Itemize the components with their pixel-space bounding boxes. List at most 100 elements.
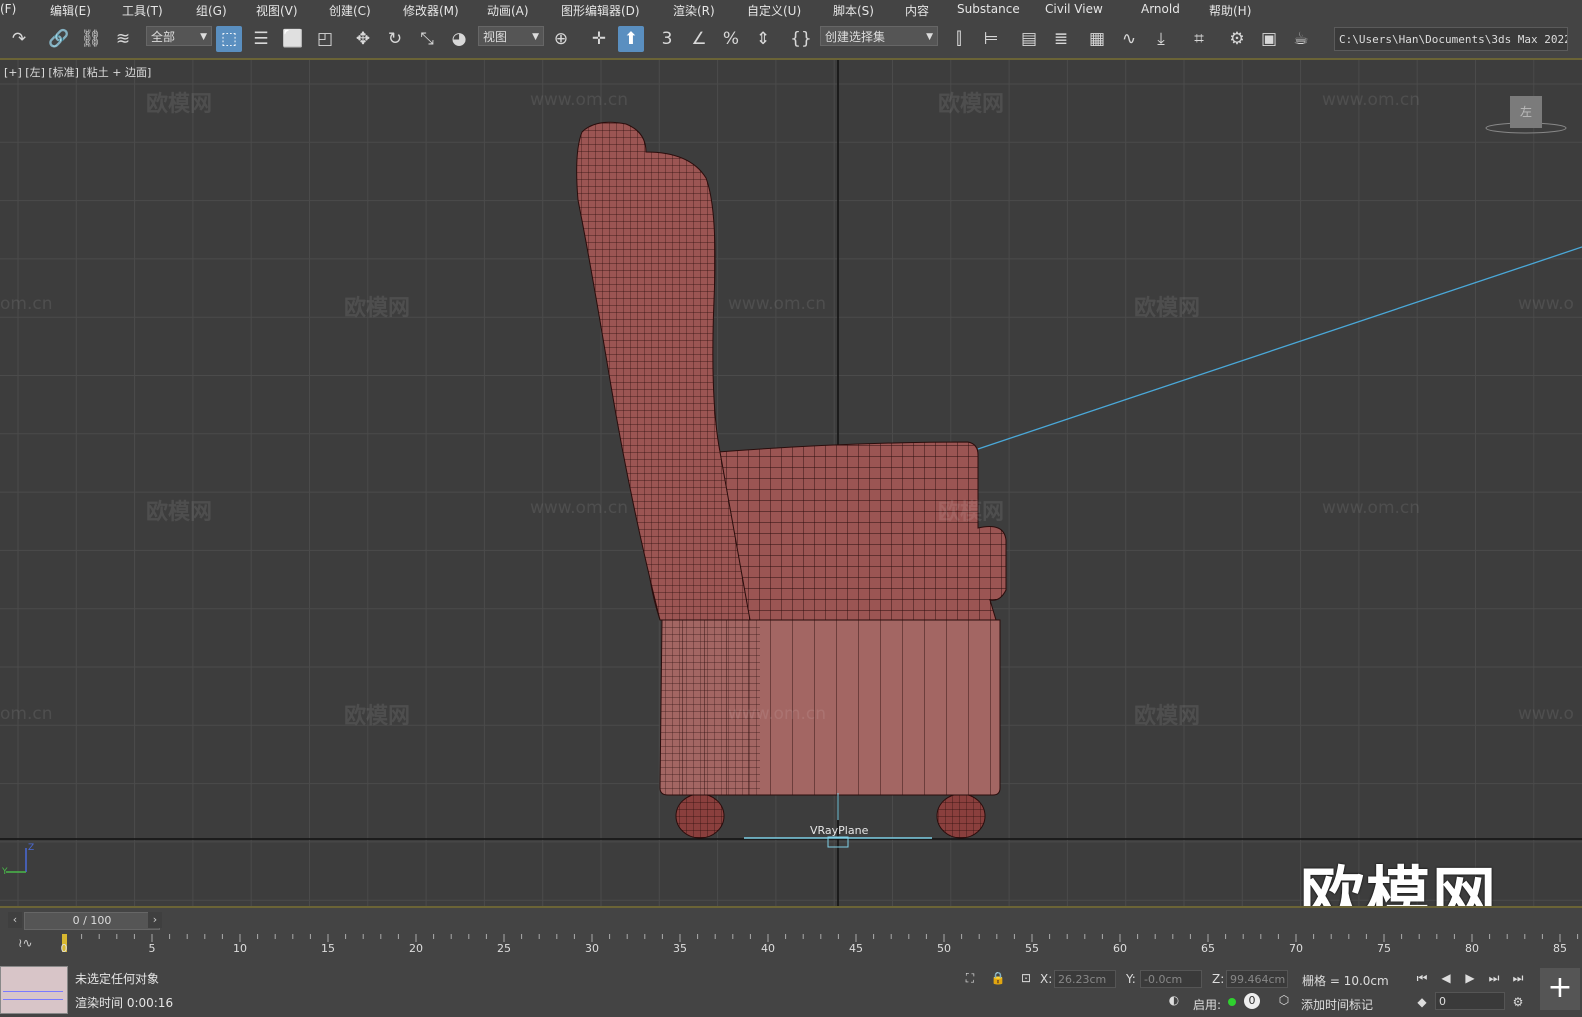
maxscript-listener[interactable] [0,966,68,1014]
menu-view[interactable]: 视图(V) [256,2,298,19]
chevron-down-icon: ▼ [532,32,539,42]
add-time-tag[interactable]: 添加时间标记 [1301,996,1373,1013]
window-crossing-icon[interactable]: ◰ [312,26,338,52]
scale-icon[interactable]: ⤡ [414,26,440,52]
select-object-icon[interactable]: ⬚ [216,26,242,52]
select-by-name-icon[interactable]: ☰ [248,26,274,52]
menu-edit[interactable]: 编辑(E) [50,2,91,19]
named-selection-dropdown[interactable]: 创建选择集 ▼ [820,26,938,46]
selection-status: 未选定任何对象 [75,972,160,986]
isolate-selection-icon[interactable]: ⛶ [960,968,980,988]
absolute-mode-icon[interactable]: ⊡ [1016,968,1036,988]
mirror-icon[interactable]: ⫿ [946,26,972,52]
menu-help[interactable]: 帮助(H) [1209,2,1251,19]
snaps-toggle-icon[interactable]: 3 [654,26,680,52]
lock-icon[interactable]: 🔒 [988,968,1008,988]
curve-editor-icon[interactable]: ∿ [1116,26,1142,52]
rotate-icon[interactable]: ↻ [382,26,408,52]
menu-graph-editors[interactable]: 图形编辑器(D) [561,2,640,19]
render-frame-window-icon[interactable]: ▣ [1256,26,1282,52]
prev-frame-arrow-icon[interactable]: ‹ [8,912,22,928]
current-frame-field[interactable]: 0 [1435,992,1505,1010]
menu-scripting[interactable]: 脚本(S) [833,2,874,19]
timeline-ruler[interactable]: 0 5 10 15 20 25 30 35 40 45 50 55 60 65 70 75 80 85 [60,934,1582,960]
keyboard-shortcut-override-icon[interactable]: ⬆ [618,26,644,52]
time-slider[interactable]: 0 / 100 [24,912,160,930]
redo-icon[interactable]: ↷ [6,26,32,52]
z-coord-field[interactable]: 99.464cm [1226,970,1288,988]
menu-arnold[interactable]: Arnold [1141,2,1180,16]
adaptive-degradation-icon[interactable]: ◐ [1164,990,1184,1010]
status-bar: 未选定任何对象 渲染时间 0:00:16 ⛶ 🔒 ⊡ X: 26.23cm Y:… [0,962,1582,1017]
viewcube[interactable]: 左 [1510,96,1542,128]
curve-editor-mini-icon[interactable]: ≀∿ [18,936,33,950]
watermark-text: 欧模网 [146,92,213,117]
menu-file[interactable]: (F) [0,2,16,16]
spinner-snap-icon[interactable]: ⇕ [750,26,776,52]
menu-modifiers[interactable]: 修改器(M) [403,2,459,19]
menu-rendering[interactable]: 渲染(R) [673,2,715,19]
layer-explorer-icon[interactable]: ≣ [1048,26,1074,52]
watermark-text: 欧模网 [146,500,213,525]
angle-snap-icon[interactable]: ∠ [686,26,712,52]
next-frame-arrow-icon[interactable]: › [148,912,162,928]
menu-create[interactable]: 创建(C) [329,2,371,19]
dope-sheet-icon[interactable]: ⤓ [1148,26,1174,52]
align-icon[interactable]: ⊨ [978,26,1004,52]
timeline-tick-label: 20 [409,942,423,955]
menu-group[interactable]: 组(G) [196,2,227,19]
scene-explorer-icon[interactable]: ▤ [1016,26,1042,52]
time-tag-icon[interactable]: ⬡ [1274,990,1294,1010]
move-icon[interactable]: ✥ [350,26,376,52]
edit-named-selection-icon[interactable]: {} [788,26,814,52]
svg-text:Y: Y [1,867,8,877]
x-coord-field[interactable]: 26.23cm [1054,970,1116,988]
menu-civil-view[interactable]: Civil View [1045,2,1103,16]
pivot-center-icon[interactable]: ⊕ [548,26,574,52]
link-icon[interactable]: 🔗 [46,26,72,52]
y-coord-field[interactable]: -0.0cm [1140,970,1202,988]
next-frame-icon[interactable]: ⏭ [1484,968,1504,988]
rectangle-selection-icon[interactable]: ⬜ [280,26,306,52]
play-icon[interactable]: ▶ [1460,968,1480,988]
timeline-tick-label: 0 [60,942,68,955]
menu-substance[interactable]: Substance [957,2,1020,16]
watermark-text: 欧模网 [344,296,411,321]
ref-coord-dropdown[interactable]: 视图 ▼ [478,26,544,46]
unlink-icon[interactable]: ⛓ [78,26,104,52]
create-plus-button[interactable]: + [1540,968,1580,1010]
watermark-url: www.om.cn [1322,90,1421,110]
schematic-view-icon[interactable]: ⌗ [1186,26,1212,52]
chair-model [576,121,1007,839]
bind-space-warp-icon[interactable]: ≋ [110,26,136,52]
go-to-start-icon[interactable]: ⏮ [1412,968,1432,988]
menu-tools[interactable]: 工具(T) [122,2,163,19]
viewport-canvas: Z Y [0,60,1582,906]
ruler-ticks [62,934,1579,952]
render-setup-icon[interactable]: ⚙ [1224,26,1250,52]
percent-snap-icon[interactable]: % [718,26,744,52]
project-path-field[interactable]: C:\Users\Han\Documents\3ds Max 2022 [1334,27,1568,51]
place-icon[interactable]: ◕ [446,26,472,52]
selection-filter-value: 全部 [151,30,176,44]
menu-animation[interactable]: 动画(A) [487,2,529,19]
go-to-end-icon[interactable]: ⏭ [1508,968,1528,988]
ribbon-icon[interactable]: ▦ [1084,26,1110,52]
key-mode-icon[interactable]: ◆ [1412,992,1432,1012]
menu-content[interactable]: 内容 [905,2,929,19]
viewport-left[interactable]: Z Y [+] [左] [标准] [粘土 + 边面] 左 欧模网 www.om.… [0,60,1582,906]
selection-filter-dropdown[interactable]: 全部 ▼ [146,26,212,46]
menu-customize[interactable]: 自定义(U) [747,2,801,19]
time-config-icon[interactable]: ⚙ [1508,992,1528,1012]
timeline-tick-label: 25 [497,942,511,955]
previous-frame-icon[interactable]: ◀ [1436,968,1456,988]
render-production-icon[interactable]: ☕ [1288,26,1314,52]
timeline-tick-label: 40 [761,942,775,955]
watermark-url: om.cn [0,704,53,724]
watermark-url: www.om.cn [728,294,827,314]
select-manipulate-icon[interactable]: ✛ [586,26,612,52]
key-count-badge[interactable]: 0 [1244,993,1260,1009]
viewport-label[interactable]: [+] [左] [标准] [粘土 + 边面] [4,64,151,80]
y-label: Y: [1126,972,1136,986]
watermark-text: 欧模网 [938,92,1005,117]
